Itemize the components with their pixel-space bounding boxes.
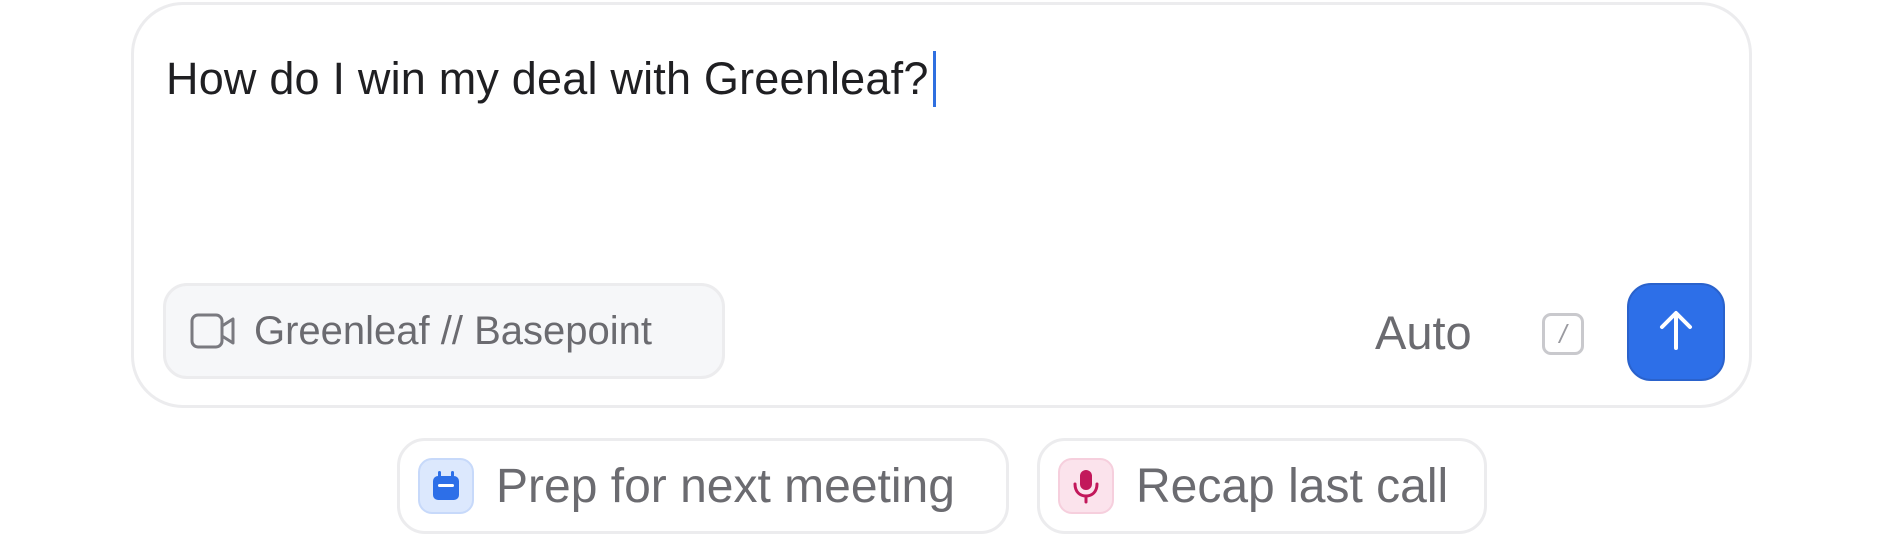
chat-composer[interactable]: How do I win my deal with Greenleaf? Gre…: [131, 2, 1752, 408]
text-caret: [932, 51, 936, 107]
prompt-input[interactable]: How do I win my deal with Greenleaf?: [166, 49, 936, 109]
suggestion-label: Prep for next meeting: [496, 459, 955, 513]
context-chip-label: Greenleaf // Basepoint: [254, 308, 653, 353]
arrow-up-icon: [1656, 308, 1696, 357]
suggestion-recap-last-call[interactable]: Recap last call: [1037, 438, 1487, 534]
context-chip-greenleaf[interactable]: Greenleaf // Basepoint: [163, 283, 725, 379]
slash-shortcut-hint: /: [1542, 313, 1584, 355]
mode-selector[interactable]: Auto: [1375, 305, 1472, 360]
prompt-text[interactable]: How do I win my deal with Greenleaf?: [166, 53, 929, 105]
send-button[interactable]: [1627, 283, 1725, 381]
suggestion-prep-next-meeting[interactable]: Prep for next meeting: [397, 438, 1009, 534]
microphone-icon: [1058, 458, 1114, 514]
calendar-icon: [418, 458, 474, 514]
video-camera-icon: [190, 311, 236, 351]
suggestion-label: Recap last call: [1136, 459, 1449, 513]
